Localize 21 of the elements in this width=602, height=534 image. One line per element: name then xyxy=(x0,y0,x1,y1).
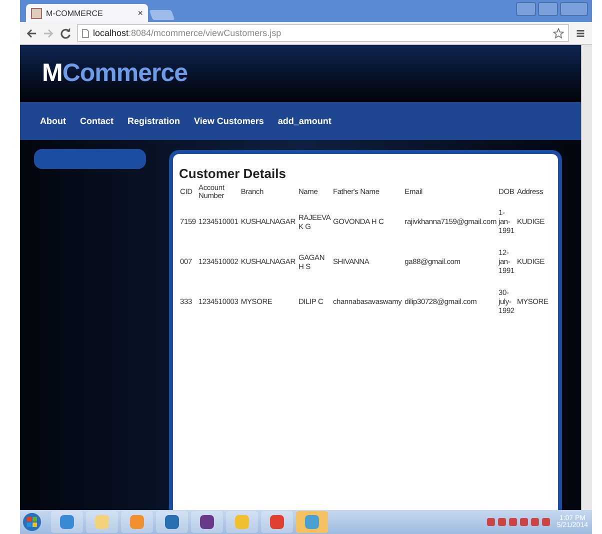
nav-link[interactable]: Registration xyxy=(128,116,180,126)
address-bar[interactable]: localhost:8084/mcommerce/viewCustomers.jsp xyxy=(77,24,569,42)
nav-link[interactable]: About xyxy=(40,116,66,126)
scrollbar[interactable] xyxy=(581,45,592,510)
bookmark-star-icon[interactable] xyxy=(553,28,564,38)
site-logo: MCommerce xyxy=(42,59,188,88)
browser-tab[interactable]: M-COMMERCE × xyxy=(26,4,148,22)
minimize-button[interactable] xyxy=(516,2,536,16)
nav-link[interactable]: add_amount xyxy=(278,116,332,126)
close-tab-button[interactable]: × xyxy=(138,8,143,18)
back-icon[interactable] xyxy=(26,28,37,38)
close-window-button[interactable] xyxy=(560,2,588,16)
nav-link[interactable]: Contact xyxy=(80,116,114,126)
forward-icon[interactable] xyxy=(43,28,54,38)
maximize-button[interactable] xyxy=(538,2,558,16)
reload-icon[interactable] xyxy=(60,28,71,38)
nav-link[interactable]: View Customers xyxy=(194,116,264,126)
panel-title: Customer Details xyxy=(179,166,287,181)
start-button[interactable] xyxy=(22,512,42,532)
new-tab-button[interactable] xyxy=(149,10,175,20)
menu-icon[interactable] xyxy=(575,28,586,38)
